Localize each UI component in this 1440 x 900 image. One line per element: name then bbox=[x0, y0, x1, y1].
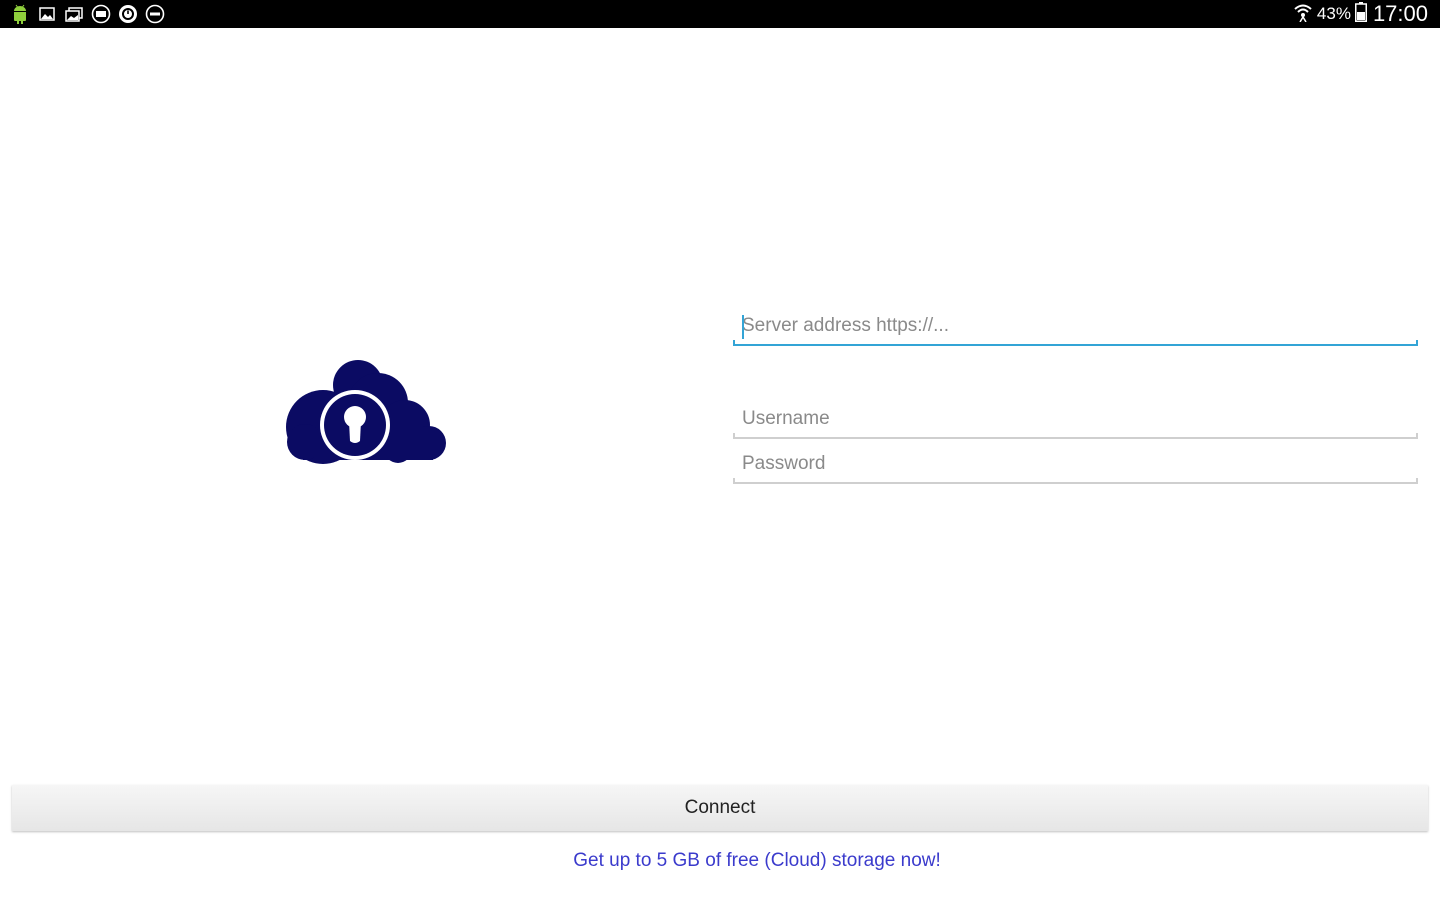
battery-percent: 43% bbox=[1316, 4, 1351, 23]
cloud-lock-icon bbox=[283, 357, 447, 465]
connect-button[interactable]: Connect bbox=[12, 785, 1428, 831]
free-storage-link[interactable]: Get up to 5 GB of free (Cloud) storage n… bbox=[0, 850, 1440, 872]
text-cursor bbox=[742, 315, 744, 339]
password-underline bbox=[733, 478, 1418, 484]
password-input[interactable] bbox=[733, 444, 1418, 484]
gallery-icon bbox=[64, 4, 84, 24]
minus-circle-icon bbox=[145, 4, 165, 24]
system-indicators: 43% 17:00 bbox=[1293, 1, 1428, 27]
notification-icons bbox=[10, 4, 165, 24]
username-underline bbox=[733, 433, 1418, 439]
image-icon bbox=[37, 4, 57, 24]
username-input[interactable] bbox=[733, 399, 1418, 439]
battery-icon bbox=[1354, 1, 1367, 27]
clock: 17:00 bbox=[1372, 1, 1428, 26]
server-address-underline bbox=[733, 340, 1418, 346]
password-field[interactable] bbox=[733, 444, 1418, 484]
username-field[interactable] bbox=[733, 399, 1418, 439]
server-address-input[interactable] bbox=[733, 306, 1418, 346]
android-icon bbox=[10, 4, 30, 24]
timer-icon bbox=[118, 4, 138, 24]
server-address-field[interactable] bbox=[733, 306, 1418, 346]
wifi-icon bbox=[1293, 2, 1313, 27]
hd-icon bbox=[91, 4, 111, 24]
status-bar: 43% 17:00 bbox=[0, 0, 1440, 28]
